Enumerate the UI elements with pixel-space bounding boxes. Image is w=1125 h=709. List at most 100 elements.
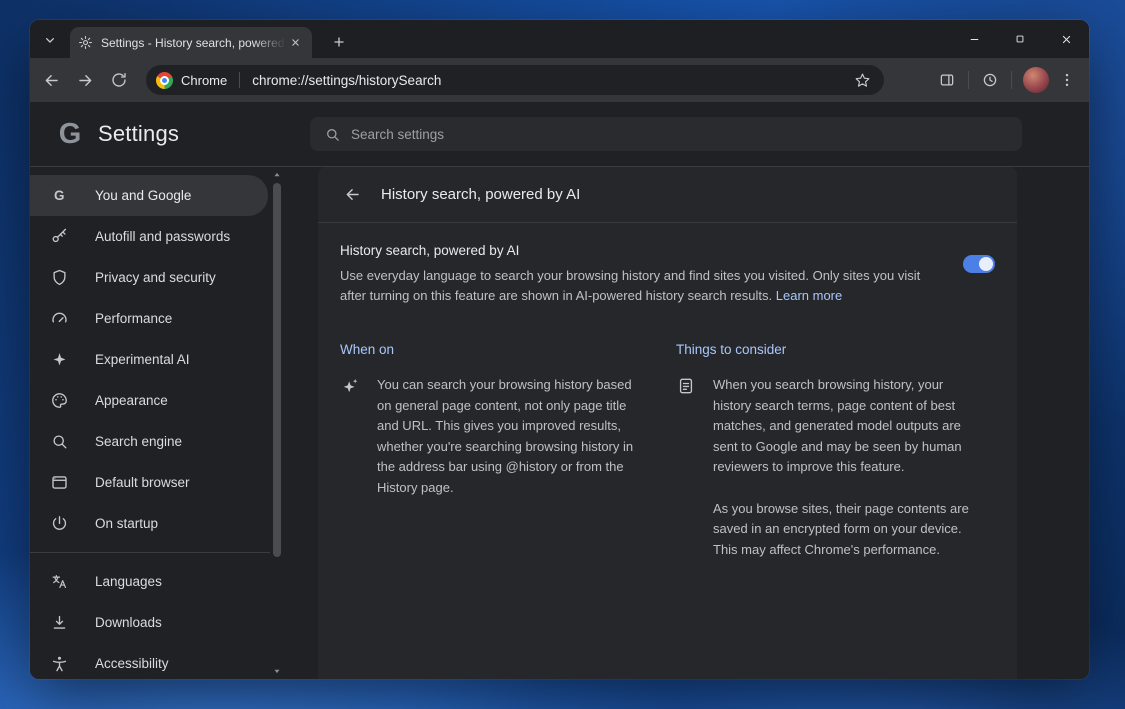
history-search-toggle[interactable] xyxy=(963,255,995,273)
sidebar-item-autofill[interactable]: Autofill and passwords xyxy=(30,216,268,257)
google-g-icon: G xyxy=(50,186,69,205)
settings-gear-favicon xyxy=(78,35,93,50)
sidebar-item-languages[interactable]: Languages xyxy=(30,561,268,602)
accessibility-icon xyxy=(50,654,69,673)
bookmark-star-icon[interactable] xyxy=(850,68,874,92)
subpage-title: History search, powered by AI xyxy=(381,186,580,203)
considerations-paragraph-1: When you search browsing history, your h… xyxy=(713,375,981,478)
forward-icon[interactable] xyxy=(68,63,102,97)
scroll-down-icon[interactable] xyxy=(272,666,282,676)
page-title: Settings xyxy=(98,121,179,147)
sidebar-item-downloads[interactable]: Downloads xyxy=(30,602,268,643)
sidebar-item-label: Experimental AI xyxy=(95,352,190,367)
magnifier-icon xyxy=(50,432,69,451)
sidebar-item-accessibility[interactable]: Accessibility xyxy=(30,643,268,679)
when-on-heading: When on xyxy=(340,342,640,357)
site-chip-label: Chrome xyxy=(181,73,227,88)
desktop-wallpaper: { "tabstrip": { "tab_title": "Settings -… xyxy=(0,0,1125,709)
considerations-column: Things to consider When you search brows… xyxy=(676,342,981,560)
history-icon[interactable] xyxy=(976,66,1004,94)
chip-divider xyxy=(239,72,240,88)
address-bar[interactable]: Chrome chrome://settings/historySearch xyxy=(146,65,884,95)
minimize-button[interactable] xyxy=(951,20,997,58)
download-icon xyxy=(50,613,69,632)
close-button[interactable] xyxy=(1043,20,1089,58)
sidebar-item-appearance[interactable]: Appearance xyxy=(30,380,268,421)
considerations-paragraph-2: As you browse sites, their page contents… xyxy=(713,499,981,561)
settings-search[interactable] xyxy=(310,117,1022,151)
sparkle-icon xyxy=(340,376,360,498)
sidebar-item-label: Privacy and security xyxy=(95,270,216,285)
sidebar-item-label: Performance xyxy=(95,311,172,326)
considerations-heading: Things to consider xyxy=(676,342,981,357)
when-on-paragraph: You can search your browsing history bas… xyxy=(377,375,640,498)
menu-kebab-icon[interactable] xyxy=(1053,66,1081,94)
svg-text:G: G xyxy=(54,188,64,203)
sidebar-item-experimental-ai[interactable]: Experimental AI xyxy=(30,339,268,380)
sidebar-item-performance[interactable]: Performance xyxy=(30,298,268,339)
info-columns: When on You can search your browsing his… xyxy=(318,324,1017,560)
settings-content: History search, powered by AI History se… xyxy=(284,167,1089,679)
scrollbar-thumb[interactable] xyxy=(273,183,281,557)
learn-more-link[interactable]: Learn more xyxy=(776,288,842,303)
sidebar-item-you-and-google[interactable]: G You and Google xyxy=(30,175,268,216)
sidebar-item-default-browser[interactable]: Default browser xyxy=(30,462,268,503)
sidebar-item-search-engine[interactable]: Search engine xyxy=(30,421,268,462)
new-tab-button[interactable] xyxy=(326,29,352,55)
translate-icon xyxy=(50,572,69,591)
sidebar-item-on-startup[interactable]: On startup xyxy=(30,503,268,544)
subpage-heading-row: History search, powered by AI xyxy=(318,167,1017,223)
settings-header: G Settings xyxy=(30,102,1089,167)
power-icon xyxy=(50,514,69,533)
sidebar-scrollbar[interactable] xyxy=(270,167,284,679)
window-controls xyxy=(951,20,1089,58)
history-search-toggle-row: History search, powered by AI Use everyd… xyxy=(318,223,1017,324)
toolbar-right-cluster xyxy=(933,66,1081,94)
speedometer-icon xyxy=(50,309,69,328)
url-text[interactable]: chrome://settings/historySearch xyxy=(252,73,850,88)
sidebar-item-privacy[interactable]: Privacy and security xyxy=(30,257,268,298)
settings-body: G You and Google Autofill and passwords … xyxy=(30,167,1089,679)
sidebar-item-label: Accessibility xyxy=(95,656,169,671)
side-panel-icon[interactable] xyxy=(933,66,961,94)
browser-toolbar: Chrome chrome://settings/historySearch xyxy=(30,58,1089,102)
sidebar-item-label: Languages xyxy=(95,574,162,589)
browser-icon xyxy=(50,473,69,492)
scroll-up-icon[interactable] xyxy=(272,170,282,180)
history-search-card: History search, powered by AI History se… xyxy=(318,167,1017,679)
toggle-text-block: History search, powered by AI Use everyd… xyxy=(340,243,940,306)
active-tab[interactable]: Settings - History search, powered by AI xyxy=(70,27,312,58)
key-icon xyxy=(50,227,69,246)
settings-sidebar: G You and Google Autofill and passwords … xyxy=(30,167,270,679)
sidebar-item-label: Search engine xyxy=(95,434,182,449)
palette-icon xyxy=(50,391,69,410)
sidebar-item-label: Autofill and passwords xyxy=(95,229,230,244)
considerations-text: When you search browsing history, your h… xyxy=(713,375,981,560)
tab-close-icon[interactable] xyxy=(286,34,304,52)
chrome-logo-icon xyxy=(156,72,173,89)
toolbar-divider xyxy=(1011,71,1012,89)
sidebar-divider xyxy=(30,552,270,553)
tab-strip: Settings - History search, powered by AI xyxy=(30,20,1089,58)
google-logo: G xyxy=(52,118,88,151)
notes-icon xyxy=(676,376,696,560)
shield-icon xyxy=(50,268,69,287)
back-arrow-icon[interactable] xyxy=(340,183,364,207)
profile-avatar[interactable] xyxy=(1023,67,1049,93)
sidebar-item-label: On startup xyxy=(95,516,158,531)
tab-title: Settings - History search, powered by AI xyxy=(101,36,286,50)
back-icon[interactable] xyxy=(34,63,68,97)
search-input[interactable] xyxy=(351,127,1008,142)
reload-icon[interactable] xyxy=(102,63,136,97)
toggle-description: Use everyday language to search your bro… xyxy=(340,266,940,306)
sidebar-item-label: Downloads xyxy=(95,615,162,630)
maximize-button[interactable] xyxy=(997,20,1043,58)
when-on-text: You can search your browsing history bas… xyxy=(377,375,640,498)
tab-search-caret-icon[interactable] xyxy=(38,28,62,52)
search-icon xyxy=(324,126,341,143)
sidebar-item-label: Default browser xyxy=(95,475,190,490)
sidebar-item-label: Appearance xyxy=(95,393,168,408)
sidebar-item-label: You and Google xyxy=(95,188,191,203)
toolbar-divider xyxy=(968,71,969,89)
when-on-column: When on You can search your browsing his… xyxy=(340,342,640,560)
